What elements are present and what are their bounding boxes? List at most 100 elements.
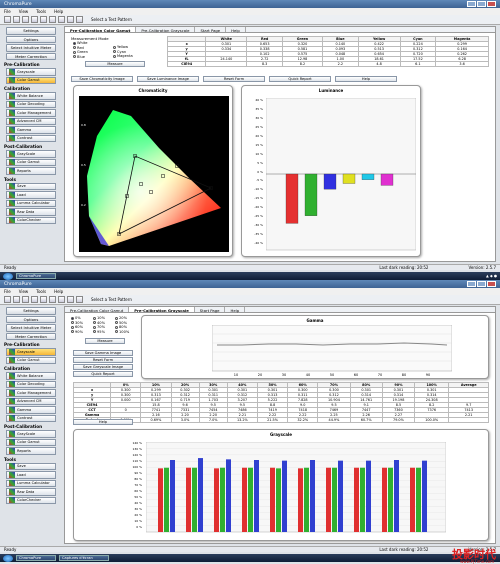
chart-icon[interactable] — [49, 296, 56, 303]
sidebar-item-post-color-gamut[interactable]: Color Gamut — [6, 438, 56, 446]
settings-button[interactable]: Settings — [6, 307, 56, 315]
taskbar-item[interactable]: ChromaPure — [16, 273, 56, 279]
tab-pre-grayscale[interactable]: Pre-Calibration Grayscale — [129, 307, 195, 313]
start-button[interactable] — [3, 554, 13, 562]
options-button[interactable]: Options — [6, 35, 56, 43]
sidebar-item-color-gamut[interactable]: Color Gamut — [6, 356, 56, 364]
save-icon[interactable] — [22, 296, 29, 303]
measure-icon[interactable] — [40, 16, 47, 23]
settings-icon[interactable] — [31, 16, 38, 23]
tab-start-page[interactable]: Start Page — [195, 27, 227, 33]
menu-help[interactable]: Help — [54, 289, 63, 294]
meter-correction-button[interactable]: Meter Correction — [6, 52, 56, 60]
options-button[interactable]: Options — [6, 315, 56, 323]
meter-correction-button[interactable]: Meter Correction — [6, 332, 56, 340]
menu-tools[interactable]: Tools — [36, 9, 46, 14]
sidebar-item-colorchecker[interactable]: ColorChecker — [6, 216, 56, 224]
sidebar-item-color-gamut[interactable]: Color Gamut — [6, 76, 56, 84]
sidebar-item-color-decoding[interactable]: Color Decoding — [6, 380, 56, 388]
help-icon[interactable] — [76, 16, 83, 23]
test-pattern-select[interactable]: Select a Test Pattern — [91, 17, 132, 22]
select-meter-button[interactable]: Select Intuitive Meter — [6, 324, 56, 332]
save-luminance-image-button[interactable]: Save Luminance Image — [137, 76, 199, 82]
new-icon[interactable] — [4, 16, 11, 23]
tab-help[interactable]: Help — [225, 307, 246, 313]
sidebar-item-lumma-calculator[interactable]: Lumma Calculator — [6, 479, 56, 487]
report-icon[interactable] — [58, 296, 65, 303]
close-button[interactable] — [487, 1, 496, 7]
sidebar-item-raw-data[interactable]: Raw Data — [6, 208, 56, 216]
sidebar-item-save[interactable]: Save — [6, 462, 56, 470]
sidebar-item-contrast[interactable]: Contrast — [6, 414, 56, 422]
menu-view[interactable]: View — [19, 289, 29, 294]
help-button[interactable]: Help — [73, 419, 133, 425]
quick-report-button[interactable]: Quick Report — [73, 371, 133, 377]
sidebar-item-advanced-cm[interactable]: Advanced CM — [6, 397, 56, 405]
radio-level[interactable]: 95% — [93, 330, 115, 335]
sidebar-item-load[interactable]: Load — [6, 191, 56, 199]
tab-pre-color-gamut[interactable]: Pre-Calibration Color Gamut — [65, 27, 137, 33]
sidebar-item-gamma[interactable]: Gamma — [6, 406, 56, 414]
sidebar-item-contrast[interactable]: Contrast — [6, 134, 56, 142]
sidebar-item-post-color-gamut[interactable]: Color Gamut — [6, 158, 56, 166]
pattern-icon[interactable] — [67, 296, 74, 303]
menu-tools[interactable]: Tools — [36, 289, 46, 294]
reset-form-button[interactable]: Reset Form — [203, 76, 265, 82]
minimize-button[interactable] — [467, 1, 476, 7]
measure-button[interactable]: Measure — [85, 61, 145, 67]
tab-start-page[interactable]: Start Page — [195, 307, 226, 313]
sidebar-item-advanced-cm[interactable]: Advanced CM — [6, 117, 56, 125]
sidebar-item-lumma-calculator[interactable]: Lumma Calculator — [6, 199, 56, 207]
sidebar-item-colorchecker[interactable]: ColorChecker — [6, 496, 56, 504]
settings-icon[interactable] — [31, 296, 38, 303]
menu-help[interactable]: Help — [54, 9, 63, 14]
save-icon[interactable] — [22, 16, 29, 23]
measure-button[interactable]: Measure — [85, 338, 125, 344]
save-gamma-image-button[interactable]: Save Gamma Image — [73, 350, 133, 356]
pattern-icon[interactable] — [67, 16, 74, 23]
new-icon[interactable] — [4, 296, 11, 303]
test-pattern-select[interactable]: Select a Test Pattern — [91, 297, 132, 302]
sidebar-item-reports[interactable]: Reports — [6, 447, 56, 455]
tab-help[interactable]: Help — [226, 27, 246, 33]
quick-report-button[interactable]: Quick Report — [269, 76, 331, 82]
sidebar-item-color-decoding[interactable]: Color Decoding — [6, 100, 56, 108]
sidebar-item-save[interactable]: Save — [6, 182, 56, 190]
sidebar-item-grayscale[interactable]: Grayscale — [6, 68, 56, 76]
sidebar-item-grayscale[interactable]: Grayscale — [6, 348, 56, 356]
close-button[interactable] — [487, 281, 496, 287]
help-icon[interactable] — [76, 296, 83, 303]
select-meter-button[interactable]: Select Intuitive Meter — [6, 44, 56, 52]
start-button[interactable] — [3, 272, 13, 280]
menu-view[interactable]: View — [19, 9, 29, 14]
sidebar-item-color-management[interactable]: Color Management — [6, 109, 56, 117]
radio-level[interactable]: 100% — [115, 330, 137, 335]
radio-level[interactable]: 90% — [71, 330, 93, 335]
open-icon[interactable] — [13, 16, 20, 23]
help-button[interactable]: Help — [335, 76, 397, 82]
sidebar-item-post-grayscale[interactable]: GrayScale — [6, 150, 56, 158]
sidebar-item-color-management[interactable]: Color Management — [6, 389, 56, 397]
sidebar-item-gamma[interactable]: Gamma — [6, 126, 56, 134]
save-greyscale-image-button[interactable]: Save Greyscale Image — [73, 364, 133, 370]
settings-button[interactable]: Settings — [6, 27, 56, 35]
sidebar-item-load[interactable]: Load — [6, 471, 56, 479]
taskbar-item[interactable]: Captures d'écran — [59, 555, 109, 561]
tab-pre-grayscale[interactable]: Pre-Calibration Grayscale — [136, 27, 196, 33]
report-icon[interactable] — [58, 16, 65, 23]
sidebar-item-post-grayscale[interactable]: GrayScale — [6, 430, 56, 438]
sidebar-item-white-balance[interactable]: White Balance — [6, 372, 56, 380]
radio-magenta[interactable]: Magenta — [113, 54, 133, 59]
chart-icon[interactable] — [49, 16, 56, 23]
open-icon[interactable] — [13, 296, 20, 303]
taskbar-item[interactable]: ChromaPure — [16, 555, 56, 561]
radio-blue[interactable]: Blue — [73, 55, 88, 60]
save-chromaticity-image-button[interactable]: Save Chromaticity Image — [71, 76, 133, 82]
maximize-button[interactable] — [477, 1, 486, 7]
sidebar-item-white-balance[interactable]: White Balance — [6, 92, 56, 100]
menu-file[interactable]: File — [4, 289, 11, 294]
sidebar-item-raw-data[interactable]: Raw Data — [6, 488, 56, 496]
reset-form-button[interactable]: Reset Form — [73, 357, 133, 363]
minimize-button[interactable] — [467, 281, 476, 287]
maximize-button[interactable] — [477, 281, 486, 287]
